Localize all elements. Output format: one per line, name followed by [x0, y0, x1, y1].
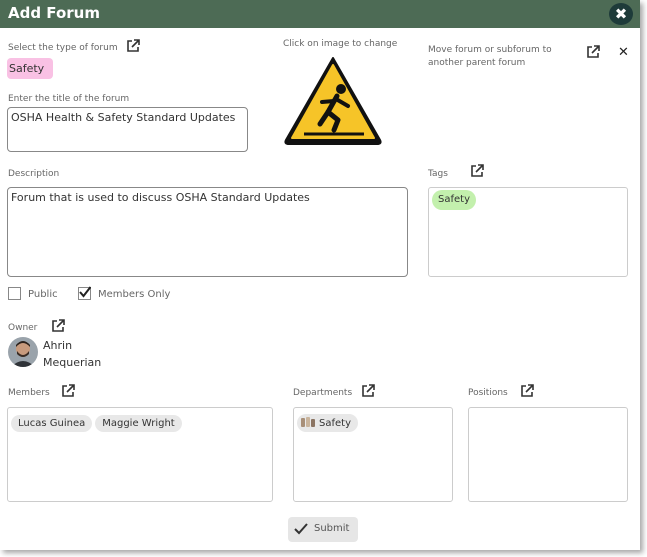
move-forum-label-line2: another parent forum — [428, 58, 526, 68]
member-chip[interactable]: Lucas Guinea — [11, 415, 93, 432]
external-link-icon[interactable] — [61, 384, 75, 398]
public-checkbox[interactable] — [8, 287, 21, 300]
external-link-icon[interactable] — [520, 384, 534, 398]
departments-label: Departments — [293, 388, 353, 398]
external-link-icon[interactable] — [51, 319, 65, 333]
owner-last-name: Mequerian — [43, 356, 102, 369]
close-icon[interactable]: ✖ — [609, 3, 633, 25]
title-field-label: Enter the title of the forum — [8, 94, 130, 104]
tag-chip[interactable]: Safety — [432, 190, 476, 210]
member-chip[interactable]: Maggie Wright — [95, 415, 182, 432]
move-forum-label-line1: Move forum or subforum to — [428, 45, 552, 55]
positions-label: Positions — [468, 388, 508, 398]
members-only-checkbox[interactable] — [78, 286, 91, 300]
departments-box[interactable]: Safety — [293, 407, 453, 502]
forum-type-select[interactable]: Safety — [7, 58, 53, 79]
checkmark-icon — [79, 286, 91, 298]
department-name: Safety — [319, 418, 351, 429]
image-hint: Click on image to change — [283, 39, 398, 49]
owner-label: Owner — [8, 323, 38, 333]
external-link-icon[interactable] — [470, 164, 484, 178]
title-bar: Add Forum ✖ — [0, 0, 640, 28]
wet-floor-warning-icon[interactable] — [282, 54, 384, 146]
external-link-icon[interactable] — [126, 39, 140, 53]
forum-title-input[interactable]: OSHA Health & Safety Standard Updates — [7, 107, 248, 152]
submit-label: Submit — [314, 523, 350, 534]
members-only-label: Members Only — [98, 289, 171, 300]
public-label: Public — [28, 289, 58, 300]
external-link-icon[interactable] — [361, 384, 375, 398]
owner-avatar — [8, 337, 38, 367]
department-chip[interactable]: Safety — [297, 414, 358, 432]
department-image-icon — [301, 417, 315, 427]
forum-type-label: Select the type of forum — [8, 43, 118, 53]
description-label: Description — [8, 169, 60, 179]
check-icon — [294, 523, 308, 535]
members-label: Members — [8, 388, 50, 398]
submit-button[interactable]: Submit — [288, 517, 358, 542]
dialog-title: Add Forum — [8, 4, 100, 22]
clear-parent-icon[interactable]: ✕ — [618, 45, 629, 60]
owner-first-name: Ahrin — [43, 339, 73, 352]
members-box[interactable]: Lucas Guinea Maggie Wright — [7, 407, 273, 502]
tags-label: Tags — [428, 169, 448, 179]
add-forum-dialog: Add Forum ✖ Select the type of forum Saf… — [0, 0, 640, 550]
positions-box[interactable] — [468, 407, 628, 502]
description-input[interactable]: Forum that is used to discuss OSHA Stand… — [7, 187, 408, 277]
external-link-icon[interactable] — [586, 45, 600, 59]
